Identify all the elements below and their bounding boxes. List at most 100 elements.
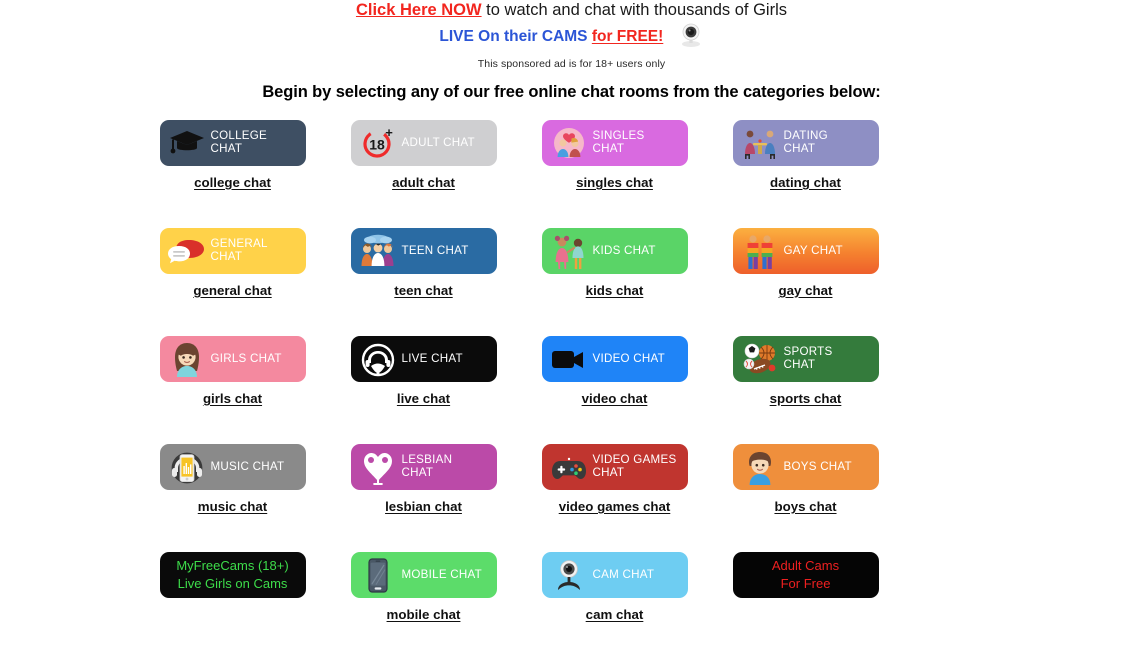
chat-tile-lesbian-chat[interactable]: LESBIAN CHAT [350, 444, 497, 490]
tile-label: ADULT CHAT [401, 135, 475, 149]
chat-tile-mobile-chat[interactable]: MOBILE CHAT [350, 552, 497, 598]
svg-text:+: + [385, 125, 393, 140]
tile-label: BOYS CHAT [783, 459, 852, 473]
chat-link-mobile-chat[interactable]: mobile chat [387, 607, 461, 622]
grid-cell: GAY CHAT gay chat [710, 228, 901, 336]
headphones-phone-icon [164, 445, 210, 489]
video-camera-icon [546, 337, 592, 381]
dinner-date-icon [737, 121, 783, 165]
tile-label: VIDEO GAMES CHAT [592, 453, 677, 479]
tile-label: GIRLS CHAT [210, 351, 282, 365]
grid-cell: Adult Cams For Free [710, 552, 901, 648]
chat-tile-video-chat[interactable]: VIDEO CHAT [541, 336, 688, 382]
grid-cell: MOBILE CHAT mobile chat [328, 552, 519, 648]
tile-label: LIVE CHAT [401, 351, 463, 365]
chat-tile-dating-chat[interactable]: DATING CHAT [732, 120, 879, 166]
ad-disclaimer: This sponsored ad is for 18+ users only [477, 58, 666, 70]
chat-link-lesbian-chat[interactable]: lesbian chat [385, 499, 462, 514]
ad-live-cams-text: LIVE On their CAMS [439, 28, 588, 45]
chat-link-kids-chat[interactable]: kids chat [586, 283, 644, 298]
grid-cell: LIVE CHAT live chat [328, 336, 519, 444]
chat-category-grid: COLLEGE CHAT college chat 18 + ADULT CHAT adu… [0, 120, 1143, 648]
chat-tile-myfreecams-18[interactable]: MyFreeCams (18+) Live Girls on Cams [159, 552, 306, 598]
tile-row: MyFreeCams (18+) Live Girls on Cams MOBI… [0, 552, 1143, 648]
grid-cell: BOYS CHAT boys chat [710, 444, 901, 552]
sports-balls-icon [737, 337, 783, 381]
svg-text:18: 18 [369, 137, 385, 153]
graduation-cap-icon [164, 121, 210, 165]
chat-tile-boys-chat[interactable]: BOYS CHAT [732, 444, 879, 490]
two-children-icon [546, 229, 592, 273]
chat-tile-gay-chat[interactable]: GAY CHAT [732, 228, 879, 274]
page-title: Begin by selecting any of our free onlin… [262, 83, 881, 101]
eighteen-plus-icon: 18 + [355, 121, 401, 165]
chat-link-gay-chat[interactable]: gay chat [779, 283, 833, 298]
tile-label: KIDS CHAT [592, 243, 656, 257]
tile-label: VIDEO CHAT [592, 351, 665, 365]
chat-tile-singles-chat[interactable]: SINGLES CHAT [541, 120, 688, 166]
chat-link-singles-chat[interactable]: singles chat [576, 175, 653, 190]
chat-tile-general-chat[interactable]: GENERAL CHAT [159, 228, 306, 274]
tile-label: MOBILE CHAT [401, 567, 482, 581]
grid-cell: SPORTS CHAT sports chat [710, 336, 901, 444]
smartphone-icon [355, 553, 401, 597]
chat-link-live-chat[interactable]: live chat [397, 391, 450, 406]
webcam-icon [546, 553, 592, 597]
chat-link-college-chat[interactable]: college chat [194, 175, 271, 190]
tile-row: GIRLS CHAT girls chat LIVE CHAT live chat VI… [0, 336, 1143, 444]
boy-face-icon [737, 445, 783, 489]
speech-bubbles-icon [164, 229, 210, 273]
chat-tile-cam-chat[interactable]: CAM CHAT [541, 552, 688, 598]
chat-tile-teen-chat[interactable]: TEEN CHAT [350, 228, 497, 274]
game-controller-icon [546, 445, 592, 489]
headset-person-icon [355, 337, 401, 381]
grid-cell: COLLEGE CHAT college chat [137, 120, 328, 228]
grid-cell: GIRLS CHAT girls chat [137, 336, 328, 444]
chat-tile-video-games-chat[interactable]: VIDEO GAMES CHAT [541, 444, 688, 490]
ad-for-free-text[interactable]: for FREE! [592, 28, 663, 45]
tile-row: GENERAL CHAT general chat TEEN CHAT teen ch… [0, 228, 1143, 336]
tile-label: GAY CHAT [783, 243, 843, 257]
tile-text: Adult Cams For Free [771, 557, 840, 592]
girl-face-icon [164, 337, 210, 381]
ad-headline-rest: to watch and chat with thousands of Girl… [481, 1, 788, 19]
tile-label: SPORTS CHAT [783, 345, 833, 371]
grid-cell: CAM CHAT cam chat [519, 552, 710, 648]
tile-label: COLLEGE CHAT [210, 129, 268, 155]
three-teens-icon [355, 229, 401, 273]
chat-tile-adult-cams[interactable]: Adult Cams For Free [732, 552, 879, 598]
chat-tile-live-chat[interactable]: LIVE CHAT [350, 336, 497, 382]
sponsored-ad-banner: Click Here NOW to watch and chat with th… [0, 0, 1143, 70]
chat-tile-music-chat[interactable]: MUSIC CHAT [159, 444, 306, 490]
chat-link-cam-chat[interactable]: cam chat [586, 607, 644, 622]
chat-link-video-games-chat[interactable]: video games chat [559, 499, 671, 514]
chat-link-general-chat[interactable]: general chat [193, 283, 271, 298]
ad-headline-line-1: Click Here NOW to watch and chat with th… [0, 0, 1143, 20]
grid-cell: GENERAL CHAT general chat [137, 228, 328, 336]
chat-link-girls-chat[interactable]: girls chat [203, 391, 262, 406]
tile-label: MUSIC CHAT [210, 459, 285, 473]
couple-heart-icon [546, 121, 592, 165]
chat-link-video-chat[interactable]: video chat [582, 391, 648, 406]
tile-label: TEEN CHAT [401, 243, 469, 257]
chat-tile-girls-chat[interactable]: GIRLS CHAT [159, 336, 306, 382]
grid-cell: MUSIC CHAT music chat [137, 444, 328, 552]
grid-cell: LESBIAN CHAT lesbian chat [328, 444, 519, 552]
chat-tile-college-chat[interactable]: COLLEGE CHAT [159, 120, 306, 166]
chat-link-sports-chat[interactable]: sports chat [770, 391, 842, 406]
grid-cell: SINGLES CHAT singles chat [519, 120, 710, 228]
chat-tile-kids-chat[interactable]: KIDS CHAT [541, 228, 688, 274]
chat-tile-sports-chat[interactable]: SPORTS CHAT [732, 336, 879, 382]
chat-link-music-chat[interactable]: music chat [198, 499, 267, 514]
tile-label: SINGLES CHAT [592, 129, 645, 155]
two-women-icon [355, 445, 401, 489]
chat-link-boys-chat[interactable]: boys chat [774, 499, 836, 514]
chat-tile-adult-chat[interactable]: 18 + ADULT CHAT [350, 120, 497, 166]
click-here-now-link[interactable]: Click Here NOW [356, 1, 482, 19]
chat-link-dating-chat[interactable]: dating chat [770, 175, 841, 190]
chat-link-adult-chat[interactable]: adult chat [392, 175, 455, 190]
tile-label: LESBIAN CHAT [401, 453, 453, 479]
chat-link-teen-chat[interactable]: teen chat [394, 283, 452, 298]
grid-cell: DATING CHAT dating chat [710, 120, 901, 228]
two-men-rainbow-icon [737, 229, 783, 273]
